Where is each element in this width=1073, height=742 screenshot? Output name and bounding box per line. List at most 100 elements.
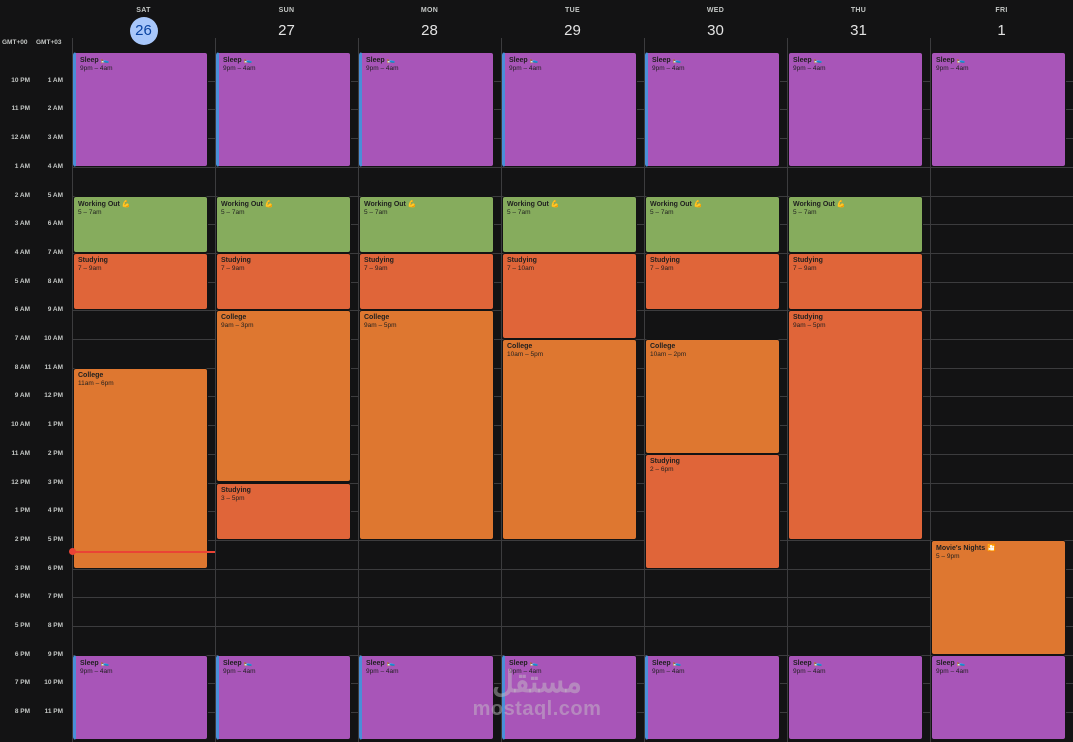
hour-label-primary: 5 PM (14, 622, 30, 629)
day-header-fri[interactable]: FRI 1 (930, 0, 1073, 50)
event-time: 3 – 5pm (221, 495, 245, 502)
timezone-secondary-label: GMT+03 (36, 39, 62, 46)
event-workout[interactable]: Working Out 💪 5 – 7am (502, 196, 637, 253)
today-date-circle[interactable]: 26 (129, 17, 158, 45)
event-college[interactable]: College 9am – 3pm (216, 310, 351, 482)
hour-label-primary: 1 PM (14, 507, 30, 514)
event-studying[interactable]: Studying 7 – 9am (359, 253, 494, 310)
day-header-thu[interactable]: THU 31 (787, 0, 930, 50)
day-header-mon[interactable]: MON 28 (358, 0, 501, 50)
hour-label-primary: 6 AM (14, 306, 30, 313)
event-sleep[interactable]: Sleep 🛌 9pm – 4am (645, 52, 780, 167)
event-workout[interactable]: Working Out 💪 5 – 7am (216, 196, 351, 253)
event-studying[interactable]: Studying 3 – 5pm (216, 483, 351, 540)
event-time: 9pm – 4am (223, 65, 256, 72)
event-college[interactable]: College 9am – 5pm (359, 310, 494, 540)
current-time-dot (69, 548, 76, 555)
event-college[interactable]: College 11am – 6pm (73, 368, 208, 569)
event-time: 9pm – 4am (793, 668, 826, 675)
day-header-tue[interactable]: TUE 29 (501, 0, 644, 50)
event-title: Sleep 🛌 (223, 57, 253, 64)
event-title: Working Out 💪 (793, 201, 846, 208)
day-header-wed[interactable]: WED 30 (644, 0, 787, 50)
event-sleep[interactable]: Sleep 🛌 9pm – 4am (359, 655, 494, 740)
event-title: Sleep 🛌 (936, 660, 966, 667)
event-title: Studying (221, 487, 251, 494)
event-sleep[interactable]: Sleep 🛌 9pm – 4am (931, 52, 1066, 167)
event-time: 7 – 9am (793, 265, 817, 272)
event-title: Sleep 🛌 (793, 660, 823, 667)
event-time: 9am – 5pm (364, 322, 397, 329)
event-time: 9pm – 4am (936, 65, 969, 72)
hour-label-secondary: 4 AM (47, 163, 63, 170)
event-studying[interactable]: Studying 7 – 10am (502, 253, 637, 339)
event-sleep[interactable]: Sleep 🛌 9pm – 4am (73, 52, 208, 167)
event-title: Sleep 🛌 (366, 660, 396, 667)
event-time: 9am – 3pm (221, 322, 254, 329)
event-time: 9pm – 4am (366, 65, 399, 72)
event-college[interactable]: College 10am – 5pm (502, 339, 637, 540)
event-sleep[interactable]: Sleep 🛌 9pm – 4am (216, 52, 351, 167)
event-title: Movie's Nights 🎦 (936, 545, 996, 552)
event-time: 9pm – 4am (509, 65, 542, 72)
event-time: 5 – 7am (793, 209, 817, 216)
day-number[interactable]: 30 (702, 17, 730, 45)
event-studying[interactable]: Studying 7 – 9am (645, 253, 780, 310)
day-number[interactable]: 1 (988, 17, 1016, 45)
event-workout[interactable]: Working Out 💪 5 – 7am (73, 196, 208, 253)
event-sleep[interactable]: Sleep 🛌 9pm – 4am (502, 655, 637, 740)
day-number[interactable]: 27 (273, 17, 301, 45)
event-studying[interactable]: Studying 7 – 9am (216, 253, 351, 310)
hour-label-primary: 9 AM (14, 392, 30, 399)
event-workout[interactable]: Working Out 💪 5 – 7am (645, 196, 780, 253)
event-title: Sleep 🛌 (223, 660, 253, 667)
hour-label-primary: 11 AM (11, 450, 30, 457)
event-sleep[interactable]: Sleep 🛌 9pm – 4am (73, 655, 208, 740)
day-name: WED (706, 7, 725, 14)
event-title: College (364, 314, 390, 321)
day-name: FRI (995, 7, 1008, 14)
event-time: 9pm – 4am (652, 668, 685, 675)
hour-gridline (72, 626, 1073, 627)
day-number[interactable]: 29 (559, 17, 587, 45)
hour-label-primary: 2 PM (14, 536, 30, 543)
event-workout[interactable]: Working Out 💪 5 – 7am (788, 196, 923, 253)
hour-label-secondary: 2 AM (47, 105, 63, 112)
day-header-sat[interactable]: SAT 26 (72, 0, 215, 50)
event-studying[interactable]: Studying 2 – 6pm (645, 454, 780, 569)
event-workout[interactable]: Working Out 💪 5 – 7am (359, 196, 494, 253)
event-sleep[interactable]: Sleep 🛌 9pm – 4am (645, 655, 780, 740)
day-header-sun[interactable]: SUN 27 (215, 0, 358, 50)
hour-label-primary: 12 AM (11, 134, 30, 141)
event-sleep[interactable]: Sleep 🛌 9pm – 4am (216, 655, 351, 740)
hour-gridline (72, 597, 1073, 598)
event-title: Studying (221, 257, 251, 264)
event-title: Working Out 💪 (507, 201, 560, 208)
day-number[interactable]: 31 (845, 17, 873, 45)
event-sleep[interactable]: Sleep 🛌 9pm – 4am (788, 52, 923, 167)
hour-label-primary: 2 AM (14, 192, 30, 199)
event-title: Studying (793, 314, 823, 321)
day-number[interactable]: 28 (416, 17, 444, 45)
hour-gridline (72, 569, 1073, 570)
event-time: 9pm – 4am (80, 65, 113, 72)
event-sleep[interactable]: Sleep 🛌 9pm – 4am (359, 52, 494, 167)
timezone-primary-label: GMT+00 (2, 39, 28, 46)
event-sleep[interactable]: Sleep 🛌 9pm – 4am (931, 655, 1066, 740)
event-time: 9pm – 4am (223, 668, 256, 675)
event-movie[interactable]: Movie's Nights 🎦 5 – 9pm (931, 540, 1066, 655)
day-name: SUN (278, 7, 295, 14)
event-sleep[interactable]: Sleep 🛌 9pm – 4am (502, 52, 637, 167)
event-time: 2 – 6pm (650, 466, 674, 473)
event-title: Studying (78, 257, 108, 264)
event-sleep[interactable]: Sleep 🛌 9pm – 4am (788, 655, 923, 740)
event-time: 5 – 7am (650, 209, 674, 216)
event-studying[interactable]: Studying 7 – 9am (73, 253, 208, 310)
day-name: MON (420, 7, 439, 14)
event-studying[interactable]: Studying 9am – 5pm (788, 310, 923, 540)
event-time: 7 – 9am (78, 265, 102, 272)
event-studying[interactable]: Studying 7 – 9am (788, 253, 923, 310)
event-title: Working Out 💪 (221, 201, 274, 208)
event-college[interactable]: College 10am – 2pm (645, 339, 780, 454)
event-title: College (221, 314, 247, 321)
